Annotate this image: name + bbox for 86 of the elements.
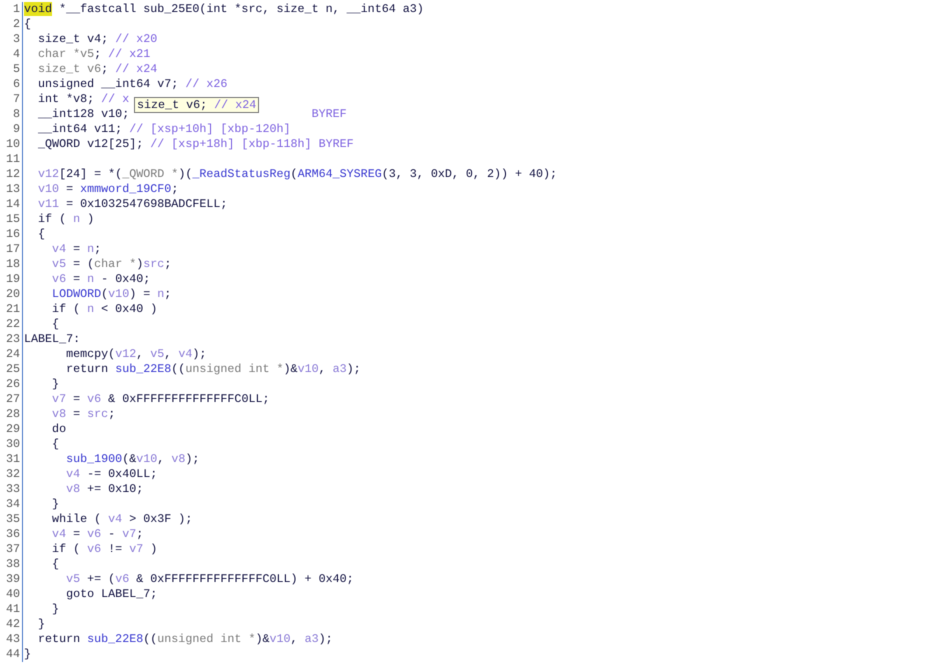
code-line: } [51, 377, 60, 391]
code-line: sub_1900(&v10, v8); [65, 452, 200, 466]
code-line: goto LABEL_7; [65, 587, 158, 601]
line-number: 5 [12, 62, 21, 77]
code-line: if ( v6 != v7 ) [51, 542, 158, 556]
line-number: 12 [4, 167, 21, 182]
line-number: 17 [4, 242, 21, 257]
code-line: void *__fastcall sub_25E0(int *src, size_t n, __int64 a3) [24, 2, 424, 16]
code-line: v7 = v6 & 0xFFFFFFFFFFFFFFC0LL; [51, 392, 270, 406]
line-number: 32 [4, 467, 21, 482]
code-line: { [24, 17, 32, 31]
code-line: v5 += (v6 & 0xFFFFFFFFFFFFFFC0LL) + 0x40; [65, 572, 354, 586]
line-number: 42 [4, 617, 21, 632]
line-number: 28 [4, 407, 21, 422]
line-number: 36 [4, 527, 21, 542]
line-number: 24 [4, 347, 21, 362]
code-line: size_t v4; // x20 [37, 32, 158, 46]
line-number: 1 [12, 2, 21, 17]
code-line: size_t v6; // x24 [37, 62, 158, 76]
line-number: 16 [4, 227, 21, 242]
code-line: v4 = v6 - v7; [51, 527, 144, 541]
line-number: 33 [4, 482, 21, 497]
line-number: 22 [4, 317, 21, 332]
code-line: v10 = xmmword_19CF0; [37, 182, 178, 196]
line-number: 10 [4, 137, 21, 152]
code-line: v4 -= 0x40LL; [65, 467, 158, 481]
code-line: if ( n ) [37, 212, 94, 226]
code-line: } [51, 602, 60, 616]
code-line: _QWORD v12[25]; // [xsp+18h] [xbp-118h] BYREF [37, 137, 354, 151]
line-number: 4 [12, 47, 21, 62]
line-number: 23 [4, 332, 21, 347]
code-line: } [51, 497, 60, 511]
line-number: 11 [4, 152, 21, 167]
line-number: 18 [4, 257, 21, 272]
line-number: 37 [4, 542, 21, 557]
code-line: v5 = (char *)src; [51, 257, 172, 271]
line-number: 44 [4, 647, 21, 662]
code-line: return sub_22E8((unsigned int *)&v10, a3); [65, 362, 361, 376]
line-number: 8 [12, 107, 21, 122]
line-number: 15 [4, 212, 21, 227]
code-line: { [37, 227, 46, 241]
code-line: v6 = n - 0x40; [51, 272, 150, 286]
code-line: { [51, 557, 60, 571]
code-line: memcpy(v12, v5, v4); [65, 347, 206, 361]
line-number: 41 [4, 602, 21, 617]
line-number: 31 [4, 452, 21, 467]
code-line: do [51, 422, 66, 436]
line-number: 27 [4, 392, 21, 407]
code-line: return sub_22E8((unsigned int *)&v10, a3); [37, 632, 333, 646]
code-line: unsigned __int64 v7; // x26 [37, 77, 228, 91]
line-number: 6 [12, 77, 21, 92]
code-line: LODWORD(v10) = n; [51, 287, 172, 301]
code-line: v11 = 0x1032547698BADCFELL; [37, 197, 228, 211]
line-number: 38 [4, 557, 21, 572]
line-number: 26 [4, 377, 21, 392]
line-number: 13 [4, 182, 21, 197]
code-line: } [37, 617, 46, 631]
code-line: v8 = src; [51, 407, 116, 421]
code-line: LABEL_7: [24, 332, 80, 346]
line-number: 2 [12, 17, 21, 32]
line-number: 40 [4, 587, 21, 602]
code-line: } [24, 647, 32, 661]
code-line: char *v5; // x21 [37, 47, 150, 61]
line-number: 30 [4, 437, 21, 452]
line-number: 9 [12, 122, 21, 137]
line-number: 7 [12, 92, 21, 107]
code-line: int *v8; // x [37, 92, 130, 106]
line-number: 3 [12, 32, 21, 47]
line-number: 19 [4, 272, 21, 287]
code-line: __int64 v11; // [xsp+10h] [xbp-120h] [37, 122, 291, 136]
line-number: 21 [4, 302, 21, 317]
line-number: 20 [4, 287, 21, 302]
line-number: 14 [4, 197, 21, 212]
line-number: 43 [4, 632, 21, 647]
line-number: 29 [4, 422, 21, 437]
code-line: while ( v4 > 0x3F ); [51, 512, 192, 526]
code-line: v4 = n; [51, 242, 102, 256]
code-line: { [51, 317, 60, 331]
code-line: { [51, 437, 60, 451]
code-line: v12[24] = *(_QWORD *)(_ReadStatusReg(ARM64_SYSREG(3, 3, 0xD, 0, 2)) + 40); [37, 167, 558, 181]
line-number: 39 [4, 572, 21, 587]
line-number: 35 [4, 512, 21, 527]
code-line: if ( n < 0x40 ) [51, 302, 158, 316]
line-number: 34 [4, 497, 21, 512]
line-number: 25 [4, 362, 21, 377]
code-line: v8 += 0x10; [65, 482, 144, 496]
